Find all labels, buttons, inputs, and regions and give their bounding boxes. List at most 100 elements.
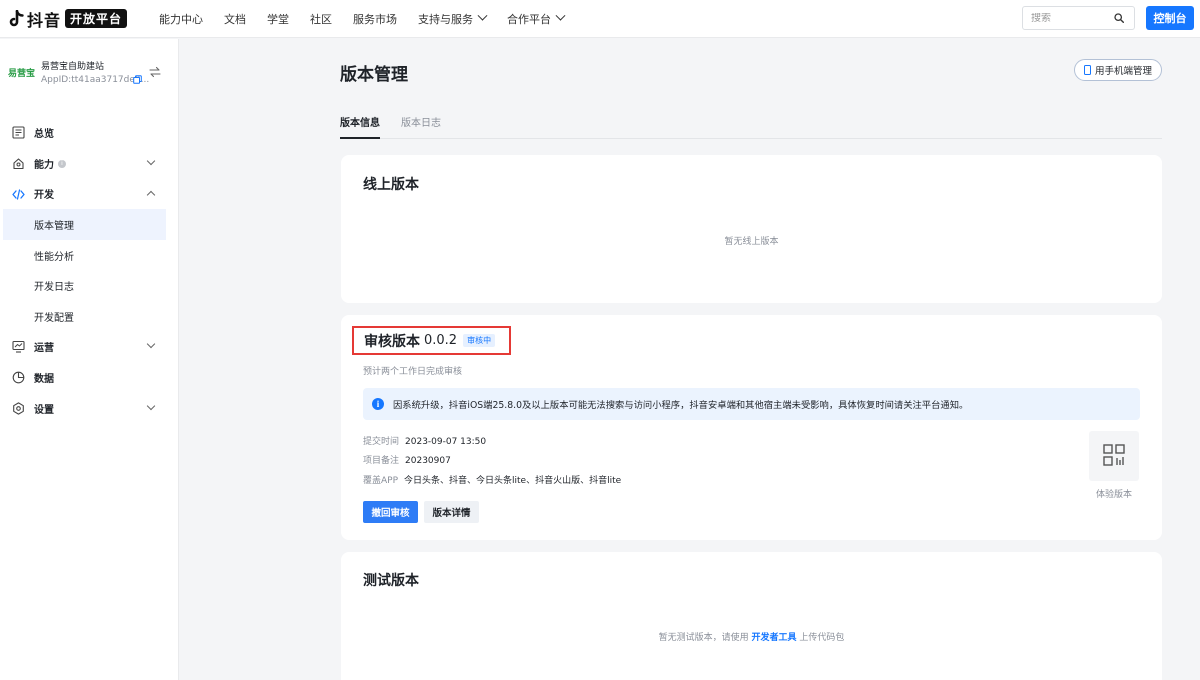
sidebar-subitem-label: 开发日志 — [34, 282, 74, 294]
meta-label: 提交时间 — [363, 437, 400, 447]
gear-icon — [13, 402, 24, 415]
sidebar-subitem-dev-log[interactable]: 开发日志 — [0, 270, 178, 301]
search-box — [1022, 6, 1135, 30]
review-hint: 预计两个工作日完成审核 — [363, 367, 463, 377]
sidebar-subitem-label: 开发配置 — [34, 312, 74, 324]
pie-chart-icon — [12, 371, 25, 384]
version-detail-button[interactable]: 版本详情 — [424, 501, 479, 523]
capability-icon — [13, 158, 24, 169]
test-empty-suffix: 上传代码包 — [799, 633, 845, 643]
nav-menu: 能力中心 文档 学堂 社区 服务市场 支持与服务 合作平台 — [159, 0, 585, 38]
sidebar-item-label: 能力 — [34, 159, 54, 171]
sidebar-item-label: 设置 — [34, 404, 54, 416]
app-logo: 易营宝 — [8, 69, 36, 79]
nav-item-capability-center[interactable]: 能力中心 — [159, 11, 203, 27]
sidebar-item-label: 开发 — [34, 190, 54, 202]
status-badge: 审核中 — [463, 334, 496, 347]
nav-item-label: 支持与服务 — [418, 12, 474, 26]
qr-code-icon — [1103, 444, 1125, 466]
sidebar-item-label: 总览 — [34, 128, 54, 140]
submit-time-row: 提交时间 2023-09-07 13:50 — [363, 434, 486, 447]
chevron-down-icon — [146, 156, 156, 166]
tab-version-info[interactable]: 版本信息 — [340, 114, 380, 139]
qr-code-label: 体验版本 — [1095, 490, 1132, 500]
sidebar-menu: 总览 能力 i 开发 版本管理 性能分析 开发日志 开发配置 运营 数据 设置 — [0, 117, 178, 424]
sidebar-subitem-label: 性能分析 — [34, 251, 74, 263]
logo[interactable]: 抖音 开放平台 — [8, 0, 128, 38]
top-navigation: 抖音 开放平台 能力中心 文档 学堂 社区 服务市场 支持与服务 合作平台 控制… — [0, 0, 1200, 38]
qr-code-button[interactable] — [1089, 431, 1139, 481]
nav-item-service-market[interactable]: 服务市场 — [353, 11, 397, 27]
meta-value: 今日头条、抖音、今日头条lite、抖音火山版、抖音lite — [404, 476, 622, 486]
review-version-header: 审核版本 0.0.2 审核中 — [352, 326, 511, 355]
covered-apps-row: 覆盖APP 今日头条、抖音、今日头条lite、抖音火山版、抖音lite — [363, 473, 621, 486]
overview-icon — [12, 126, 25, 139]
phone-icon — [1083, 65, 1091, 75]
logo-badge: 开放平台 — [65, 9, 128, 28]
tab-bar: 版本信息 版本日志 — [340, 108, 1162, 139]
tab-version-log[interactable]: 版本日志 — [401, 114, 441, 129]
test-version-title: 测试版本 — [363, 573, 419, 589]
review-version-title: 审核版本 — [364, 333, 420, 350]
withdraw-review-button[interactable]: 撤回审核 — [363, 501, 418, 523]
developer-tools-link[interactable]: 开发者工具 — [751, 633, 796, 643]
nav-item-label: 能力中心 — [159, 12, 204, 26]
nav-item-docs[interactable]: 文档 — [224, 11, 246, 27]
sidebar-item-label: 数据 — [34, 374, 54, 386]
project-note-row: 项目备注 20230907 — [363, 453, 451, 466]
test-empty-prefix: 暂无测试版本，请使用 — [658, 633, 749, 643]
sidebar-item-capability[interactable]: 能力 i — [0, 148, 178, 179]
logo-text: 抖音 — [27, 10, 62, 30]
test-version-empty: 暂无测试版本，请使用 开发者工具 上传代码包 — [341, 630, 1162, 643]
online-version-title: 线上版本 — [363, 177, 419, 193]
search-input[interactable] — [1031, 12, 1111, 24]
review-version-card: 审核版本 0.0.2 审核中 预计两个工作日完成审核 i 因系统升级，抖音iOS… — [341, 315, 1162, 540]
nav-item-label: 社区 — [310, 12, 333, 26]
test-version-card: 测试版本 暂无测试版本，请使用 开发者工具 上传代码包 — [341, 552, 1162, 680]
sidebar-subitem-dev-config[interactable]: 开发配置 — [0, 301, 178, 332]
copy-icon[interactable] — [133, 75, 142, 84]
meta-label: 覆盖APP — [363, 476, 399, 486]
operation-icon — [12, 341, 25, 353]
sidebar-item-overview[interactable]: 总览 — [0, 117, 178, 148]
sidebar-item-label: 运营 — [34, 343, 54, 355]
mobile-manage-button[interactable]: 用手机端管理 — [1074, 59, 1162, 81]
nav-item-academy[interactable]: 学堂 — [267, 11, 289, 27]
page-title: 版本管理 — [340, 65, 408, 85]
nav-item-label: 文档 — [224, 12, 247, 26]
code-icon — [12, 188, 25, 200]
sidebar-subitem-label: 版本管理 — [34, 221, 74, 233]
nav-item-label: 学堂 — [267, 12, 290, 26]
app-name: 易营宝自助建站 — [41, 62, 105, 72]
app-card: 易营宝 易营宝自助建站 AppID:tt41aa3717de9... — [8, 56, 172, 92]
switch-app-icon[interactable] — [149, 66, 161, 78]
douyin-logo-icon — [9, 9, 24, 26]
nav-item-support[interactable]: 支持与服务 — [418, 10, 488, 27]
sidebar: 易营宝 易营宝自助建站 AppID:tt41aa3717de9... 总览 能力… — [0, 39, 179, 680]
online-version-card: 线上版本 暂无线上版本 — [341, 155, 1162, 303]
info-icon[interactable]: i — [58, 159, 66, 168]
sidebar-item-operation[interactable]: 运营 — [0, 331, 178, 362]
search-icon[interactable] — [1114, 13, 1124, 23]
nav-item-label: 合作平台 — [507, 12, 552, 26]
chevron-up-icon — [146, 190, 156, 199]
chevron-down-icon — [146, 340, 156, 349]
sidebar-item-settings[interactable]: 设置 — [0, 393, 178, 424]
info-icon: i — [372, 398, 384, 410]
chevron-down-icon — [146, 401, 156, 411]
mobile-manage-label: 用手机端管理 — [1094, 66, 1152, 77]
sidebar-subitem-performance[interactable]: 性能分析 — [0, 240, 178, 271]
meta-value: 20230907 — [405, 456, 451, 466]
chevron-down-icon — [555, 10, 566, 21]
nav-item-community[interactable]: 社区 — [310, 11, 332, 27]
meta-label: 项目备注 — [363, 456, 400, 466]
sidebar-subitem-version-management[interactable]: 版本管理 — [3, 209, 166, 240]
chevron-down-icon — [477, 10, 488, 21]
console-button[interactable]: 控制台 — [1146, 6, 1194, 30]
nav-item-label: 服务市场 — [353, 12, 398, 26]
review-version-number: 0.0.2 — [424, 333, 458, 348]
nav-item-partner[interactable]: 合作平台 — [507, 10, 566, 27]
online-version-empty: 暂无线上版本 — [724, 237, 779, 247]
sidebar-item-develop[interactable]: 开发 — [0, 179, 178, 210]
sidebar-item-data[interactable]: 数据 — [0, 362, 178, 393]
